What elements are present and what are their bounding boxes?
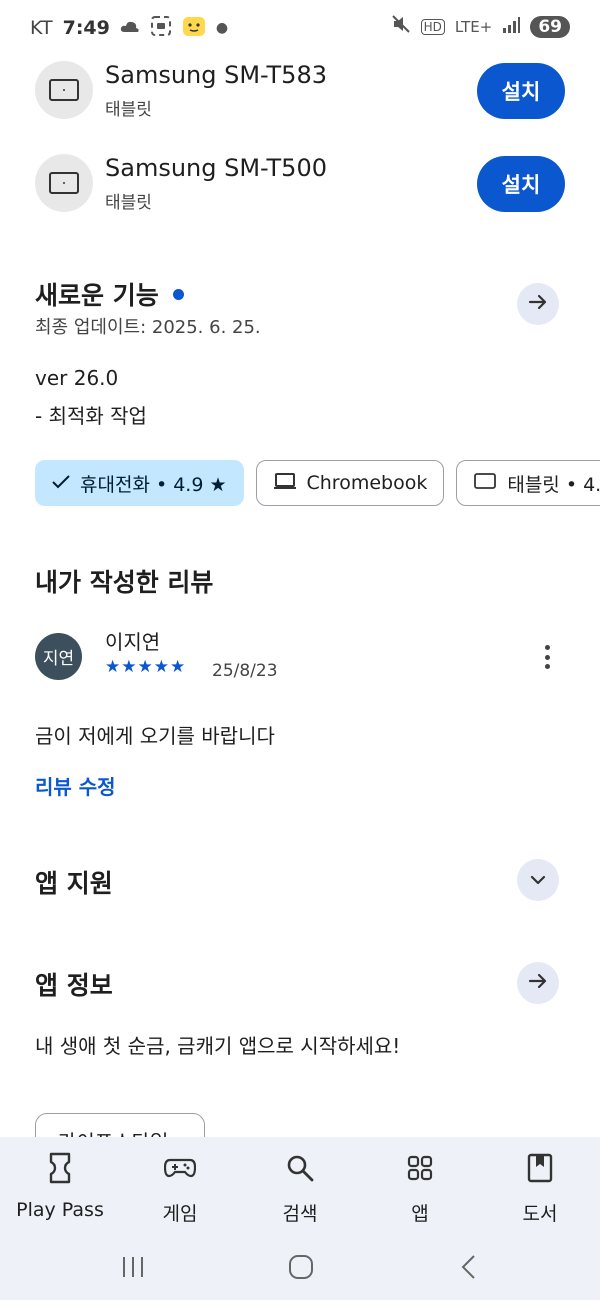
whats-new-arrow-button[interactable]	[517, 283, 559, 325]
chip-chromebook[interactable]: Chromebook	[255, 460, 445, 506]
more-notifications-dot: ●	[215, 20, 229, 36]
screenshot-icon	[150, 15, 172, 42]
cloud-icon	[120, 17, 140, 39]
check-icon	[52, 472, 70, 494]
app-notification-icon	[182, 14, 206, 43]
chip-label: Chromebook	[306, 472, 428, 494]
app-info-arrow-button[interactable]	[517, 962, 559, 1004]
tablet-icon	[473, 472, 497, 495]
whats-new-title: 새로운 기능	[35, 281, 159, 310]
system-navigation-bar	[0, 1247, 600, 1287]
review-date: 25/8/23	[212, 661, 278, 681]
chip-label: 휴대전화 • 4.9 ★	[80, 473, 227, 496]
nav-item-apps[interactable]: 앱	[360, 1151, 480, 1226]
app-support-expand-button[interactable]	[517, 859, 559, 901]
whats-new-header[interactable]: 새로운 기능	[35, 276, 184, 312]
install-button[interactable]: 설치	[477, 156, 565, 212]
device-filter-chips: 휴대전화 • 4.9 ★ Chromebook 태블릿 • 4.8	[35, 460, 600, 508]
signal-icon	[502, 16, 521, 38]
bottom-navigation: Play Pass 게임 검색 앱 도서	[0, 1137, 600, 1300]
status-bar: KT 7:49 ● HD LTE+ 69	[0, 0, 600, 56]
version-text: ver 26.0	[35, 366, 119, 390]
more-options-icon[interactable]	[534, 642, 560, 672]
recent-apps-button[interactable]	[113, 1247, 153, 1287]
chip-phone[interactable]: 휴대전화 • 4.9 ★	[35, 460, 244, 506]
edit-review-link[interactable]: 리뷰 수정	[35, 771, 116, 800]
app-info-title[interactable]: 앱 정보	[35, 966, 113, 1002]
battery-indicator: 69	[530, 15, 570, 38]
update-note: - 최적화 작업	[35, 404, 147, 428]
status-time: 7:49	[62, 17, 110, 39]
device-row: Samsung SM-T500 태블릿 설치	[35, 153, 565, 213]
nav-item-games[interactable]: 게임	[120, 1151, 240, 1226]
new-indicator-dot	[172, 288, 184, 300]
avatar: 지연	[35, 633, 82, 680]
last-updated: 최종 업데이트: 2025. 6. 25.	[35, 317, 261, 338]
chevron-down-icon	[529, 871, 547, 890]
tablet-icon	[35, 154, 93, 212]
chip-label: 태블릿 • 4.8	[507, 473, 600, 496]
arrow-right-icon	[527, 291, 549, 317]
device-row: Samsung SM-T583 태블릿 설치	[35, 60, 565, 120]
nav-label: Play Pass	[16, 1199, 104, 1221]
app-description: 내 생애 첫 순금, 금캐기 앱으로 시작하세요!	[35, 1034, 401, 1058]
nav-label: 검색	[282, 1203, 318, 1225]
nav-label: 게임	[162, 1203, 198, 1225]
book-icon	[523, 1151, 557, 1185]
network-label: LTE+	[454, 17, 493, 36]
my-review-title: 내가 작성한 리뷰	[35, 568, 214, 597]
nav-item-play-pass[interactable]: Play Pass	[0, 1151, 120, 1221]
nav-label: 앱	[411, 1203, 429, 1225]
arrow-right-icon	[527, 970, 549, 996]
install-button[interactable]: 설치	[477, 63, 565, 119]
hd-icon: HD	[420, 18, 445, 35]
review-text: 금이 저에게 오기를 바랍니다	[35, 724, 275, 748]
star-rating: ★★★★★	[105, 657, 187, 677]
play-pass-icon	[43, 1151, 77, 1185]
carrier-label: KT	[30, 17, 53, 39]
tablet-icon	[35, 61, 93, 119]
mute-icon	[391, 14, 411, 39]
apps-grid-icon	[403, 1151, 437, 1185]
app-support-title[interactable]: 앱 지원	[35, 864, 113, 900]
home-button[interactable]	[281, 1247, 321, 1287]
chip-tablet[interactable]: 태블릿 • 4.8	[456, 460, 600, 506]
nav-label: 도서	[522, 1203, 558, 1225]
back-button[interactable]	[449, 1247, 489, 1287]
reviewer-name: 이지연	[105, 630, 161, 654]
search-icon	[283, 1151, 317, 1185]
nav-item-books[interactable]: 도서	[480, 1151, 600, 1226]
nav-item-search[interactable]: 검색	[240, 1151, 360, 1226]
laptop-icon	[273, 472, 297, 495]
gamepad-icon	[163, 1151, 197, 1185]
